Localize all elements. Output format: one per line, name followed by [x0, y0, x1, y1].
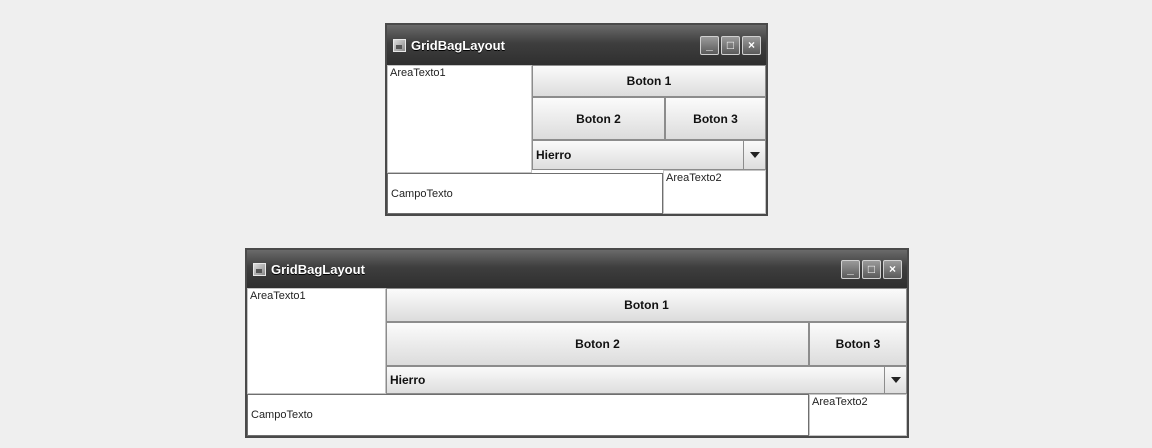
title-bar[interactable]: GridBagLayout _ □ ×	[247, 250, 907, 288]
close-button[interactable]: ×	[742, 35, 761, 55]
minimize-button[interactable]: _	[700, 35, 719, 55]
maximize-button[interactable]: □	[862, 259, 881, 279]
campo-texto-field[interactable]: CampoTexto	[387, 173, 663, 214]
gridbag-window-small: GridBagLayout _ □ × AreaTexto1 Boton 1 B…	[385, 23, 768, 216]
text-area-1[interactable]: AreaTexto1	[247, 288, 386, 394]
close-button[interactable]: ×	[883, 259, 902, 279]
content-pane: AreaTexto1 Boton 1 Boton 2 Boton 3 Hierr…	[247, 288, 907, 436]
java-app-icon	[253, 262, 266, 276]
boton-2-button[interactable]: Boton 2	[386, 322, 809, 366]
title-bar[interactable]: GridBagLayout _ □ ×	[387, 25, 766, 65]
chevron-down-icon[interactable]	[743, 141, 765, 169]
boton-3-button[interactable]: Boton 3	[809, 322, 907, 366]
campo-texto-field[interactable]: CampoTexto	[247, 394, 809, 436]
text-area-2[interactable]: AreaTexto2	[663, 170, 766, 214]
content-pane: AreaTexto1 Boton 1 Boton 2 Boton 3 Hierr…	[387, 65, 766, 214]
gridbag-window-wide: GridBagLayout _ □ × AreaTexto1 Boton 1 B…	[245, 248, 909, 438]
text-area-2[interactable]: AreaTexto2	[809, 394, 907, 436]
boton-2-button[interactable]: Boton 2	[532, 97, 665, 140]
maximize-button[interactable]: □	[721, 35, 740, 55]
java-app-icon	[393, 38, 406, 52]
chevron-down-icon[interactable]	[884, 367, 906, 393]
material-combo-box[interactable]: Hierro	[532, 140, 766, 170]
combo-selected-value: Hierro	[536, 148, 572, 162]
window-title: GridBagLayout	[271, 261, 365, 277]
boton-1-button[interactable]: Boton 1	[386, 288, 907, 322]
combo-selected-value: Hierro	[390, 373, 426, 387]
material-combo-box[interactable]: Hierro	[386, 366, 907, 394]
boton-1-button[interactable]: Boton 1	[532, 65, 766, 97]
boton-3-button[interactable]: Boton 3	[665, 97, 766, 140]
minimize-button[interactable]: _	[841, 259, 860, 279]
text-area-1[interactable]: AreaTexto1	[387, 65, 532, 173]
window-title: GridBagLayout	[411, 37, 505, 53]
